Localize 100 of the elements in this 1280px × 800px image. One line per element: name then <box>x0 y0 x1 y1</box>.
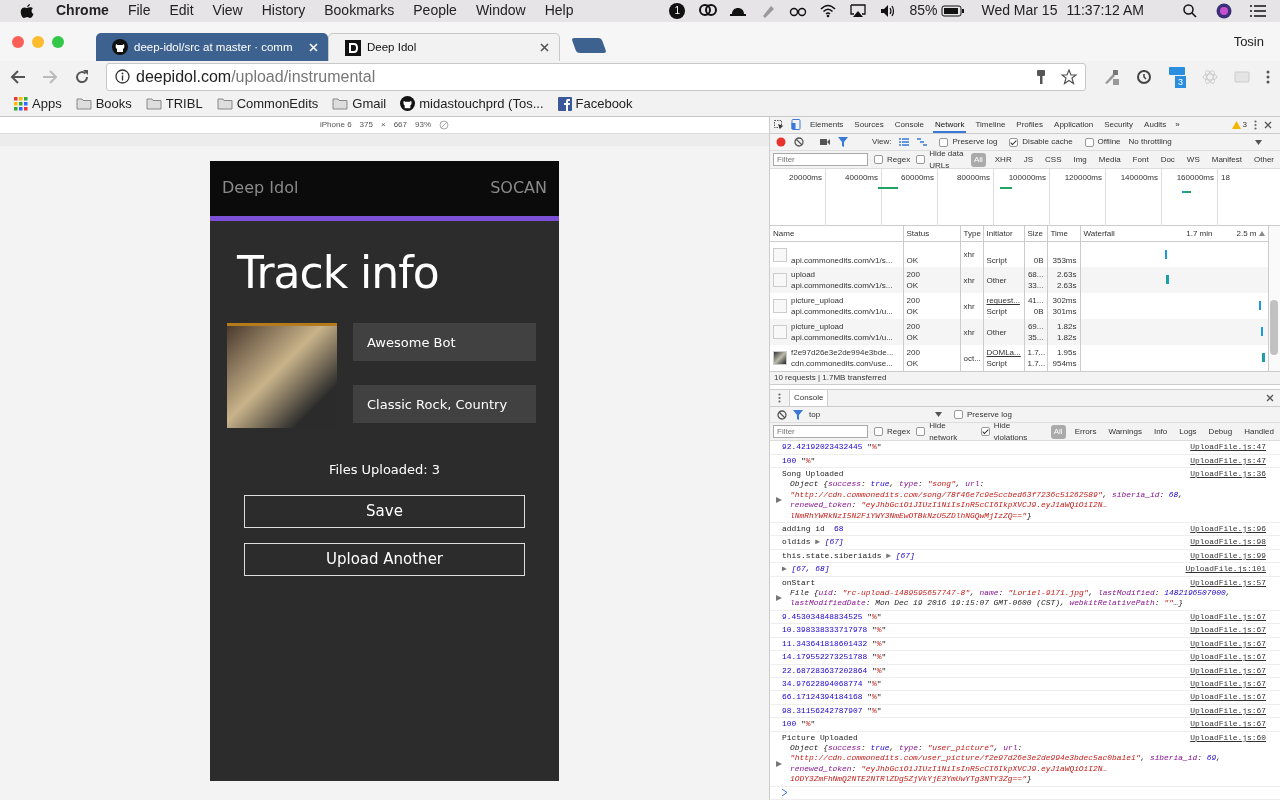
inspect-icon[interactable] <box>774 119 784 130</box>
menu-item[interactable]: Window <box>475 0 526 22</box>
drawer-tab[interactable]: Console <box>789 389 829 407</box>
checkbox[interactable] <box>1009 137 1019 147</box>
sort-icon[interactable] <box>1258 231 1265 237</box>
clear-icon[interactable] <box>794 137 804 148</box>
address-bar[interactable]: deepidol.com/upload/instrumental <box>106 62 1086 91</box>
more-tabs-button[interactable]: » <box>1175 118 1180 131</box>
list-view-icon[interactable] <box>899 138 910 147</box>
camera-icon[interactable] <box>820 138 830 147</box>
star-icon[interactable] <box>1061 68 1077 85</box>
device-icon[interactable] <box>791 119 801 131</box>
bookmark[interactable]: TRIBL <box>145 94 203 114</box>
expand-triangle-icon[interactable] <box>776 595 782 602</box>
sync-icon[interactable] <box>1136 68 1152 85</box>
filter-icon[interactable] <box>838 137 848 148</box>
level-filter[interactable]: Info <box>1150 424 1171 439</box>
profile-name[interactable]: Tosin <box>1233 31 1264 52</box>
input-field[interactable]: Awesome Bot <box>353 323 536 362</box>
devtools-tab[interactable]: Elements <box>808 116 846 134</box>
reload-icon[interactable] <box>74 68 90 85</box>
menu-clock[interactable]: 11:37:12 AM <box>1066 0 1144 22</box>
menu-item[interactable]: People <box>413 0 457 22</box>
partner-link[interactable]: SOCAN <box>490 176 547 201</box>
close-icon[interactable] <box>1264 120 1272 129</box>
search-icon[interactable] <box>1182 2 1198 19</box>
context-select[interactable]: top <box>809 408 929 421</box>
column-header[interactable]: Status <box>903 226 960 242</box>
column-header[interactable]: Type <box>960 226 983 242</box>
prompt-icon[interactable] <box>782 789 787 796</box>
filter-field[interactable]: Filter <box>773 153 868 167</box>
notification-badge[interactable]: 1 <box>669 2 686 19</box>
more-vertical-icon[interactable] <box>1254 119 1257 130</box>
waterfall-view-icon[interactable] <box>917 138 928 147</box>
menu-item[interactable]: File <box>127 0 151 22</box>
devtools-tab[interactable]: Profiles <box>1014 116 1046 134</box>
column-header[interactable]: Name <box>770 226 903 242</box>
type-filter[interactable]: Font <box>1129 152 1152 167</box>
type-filter[interactable]: Doc <box>1157 152 1178 167</box>
type-filter[interactable]: Manifest <box>1208 152 1245 167</box>
width-field[interactable]: 375 <box>359 118 373 131</box>
type-filter[interactable]: Media <box>1095 152 1124 167</box>
menu-item[interactable]: View <box>212 0 243 22</box>
back-arrow-icon[interactable] <box>10 68 26 85</box>
close-icon[interactable] <box>1266 394 1274 403</box>
filter-field[interactable]: Filter <box>773 425 868 439</box>
warning-count[interactable]: 3 <box>1242 118 1247 131</box>
bookmark[interactable]: Facebook <box>557 94 633 114</box>
action-button[interactable]: Upload Another <box>244 542 525 576</box>
bookmark[interactable]: Gmail <box>332 94 387 114</box>
dropdown-caret-icon[interactable] <box>935 412 942 418</box>
expand-triangle-icon[interactable] <box>776 760 782 767</box>
checkbox[interactable] <box>1084 137 1094 147</box>
scrollbar-thumb[interactable] <box>1270 300 1279 356</box>
record-button[interactable] <box>776 137 786 148</box>
column-header[interactable]: Size <box>1024 226 1047 242</box>
bookmark[interactable]: Apps <box>14 94 62 114</box>
devtools-tab[interactable]: Security <box>1102 116 1136 134</box>
checkbox[interactable] <box>916 155 926 165</box>
list-icon[interactable] <box>1250 3 1266 18</box>
window-control-button[interactable] <box>12 35 24 48</box>
height-field[interactable]: 667 <box>393 118 407 131</box>
level-filter[interactable]: Errors <box>1071 424 1100 439</box>
browser-tab[interactable]: deep-idol/src at master · comm <box>96 33 328 62</box>
level-filter[interactable]: Logs <box>1176 424 1200 439</box>
type-filter[interactable]: Other <box>1251 152 1277 167</box>
app-menu[interactable]: Chrome <box>56 0 109 22</box>
bookmark[interactable]: CommonEdits <box>216 94 319 114</box>
filter-icon[interactable] <box>793 409 803 420</box>
column-header[interactable]: Initiator <box>983 226 1024 242</box>
clear-icon[interactable] <box>777 409 787 420</box>
type-filter[interactable]: Img <box>1070 152 1090 167</box>
type-filter[interactable]: WS <box>1183 152 1203 167</box>
checkbox[interactable] <box>874 427 883 437</box>
info-icon[interactable] <box>115 69 130 85</box>
type-filter[interactable]: JS <box>1020 152 1036 167</box>
level-filter[interactable]: Warnings <box>1105 424 1145 439</box>
checkbox[interactable] <box>916 427 926 437</box>
bookmark[interactable]: midastouchprd (Tos... <box>400 94 544 114</box>
zoom-select[interactable]: 93% <box>415 118 431 131</box>
device-select[interactable]: iPhone 6 <box>320 118 352 131</box>
devtools-tab[interactable]: Sources <box>852 116 886 134</box>
more-vertical-icon[interactable] <box>1266 69 1270 84</box>
extension-icon[interactable] <box>1168 66 1186 76</box>
apple-icon[interactable] <box>20 2 34 19</box>
bookmark[interactable]: Books <box>75 94 132 114</box>
type-filter[interactable]: XHR <box>991 152 1015 167</box>
initiator-link[interactable]: request... <box>986 295 1021 307</box>
level-filter[interactable]: Debug <box>1205 424 1236 439</box>
menu-item[interactable]: History <box>261 0 306 22</box>
battery-icon[interactable] <box>941 4 966 17</box>
initiator-link[interactable]: DOMLa... <box>986 347 1021 359</box>
siri-icon[interactable] <box>1216 2 1232 19</box>
more-vertical-icon[interactable] <box>778 393 781 404</box>
action-button[interactable]: Save <box>244 494 525 528</box>
checkbox[interactable] <box>874 155 883 165</box>
type-filter[interactable]: CSS <box>1042 152 1065 167</box>
devtools-tab[interactable]: Console <box>892 116 927 134</box>
input-field[interactable]: Classic Rock, Country <box>353 385 536 424</box>
browser-tab[interactable]: Deep Idol <box>328 33 560 62</box>
